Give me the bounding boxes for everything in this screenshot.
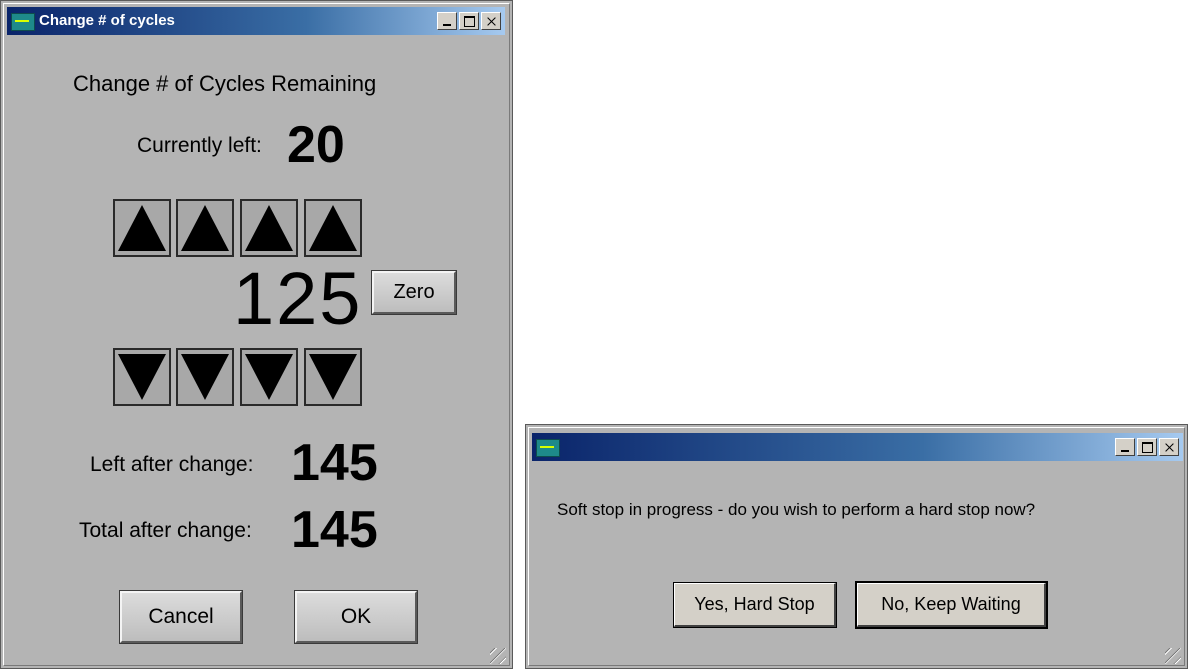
window-frame [528,427,1185,666]
dialog-message: Soft stop in progress - do you wish to p… [557,500,1036,519]
increment-ones-button[interactable] [304,199,362,257]
increment-thousands-button[interactable] [113,199,171,257]
dialog-heading: Change # of Cycles Remaining [73,71,377,96]
increment-tens-button[interactable] [240,199,298,257]
change-cycles-window: Change # of cycles Change # of Cycles Re… [0,0,513,669]
total-after-change-value: 145 [291,501,378,559]
app-icon [536,439,560,457]
arrow-down-icon [245,354,293,400]
decrement-thousands-button[interactable] [113,348,171,406]
decrement-hundreds-button[interactable] [176,348,234,406]
zero-button[interactable]: Zero [371,270,457,315]
arrow-down-icon [309,354,357,400]
window-controls [1113,438,1179,456]
minimize-icon[interactable] [437,12,457,30]
currently-left-value: 20 [287,116,345,174]
left-after-change-label: Left after change: [90,453,254,476]
close-icon[interactable] [481,12,501,30]
arrow-up-icon [181,205,229,251]
no-keep-waiting-button[interactable]: No, Keep Waiting [855,581,1048,629]
arrow-down-icon [118,354,166,400]
minimize-icon[interactable] [1115,438,1135,456]
window-controls [435,12,501,30]
cancel-button[interactable]: Cancel [119,590,243,644]
currently-left-label: Currently left: [137,134,262,157]
close-icon[interactable] [1159,438,1179,456]
change-amount-value: 125 [233,257,363,340]
maximize-icon[interactable] [1137,438,1157,456]
total-after-change-label: Total after change: [79,519,252,542]
title-bar[interactable] [532,433,1183,461]
arrow-down-icon [181,354,229,400]
hard-stop-window: Soft stop in progress - do you wish to p… [525,424,1188,669]
window-title: Change # of cycles [39,12,175,29]
arrow-up-icon [118,205,166,251]
arrow-up-icon [309,205,357,251]
increment-hundreds-button[interactable] [176,199,234,257]
decrement-ones-button[interactable] [304,348,362,406]
ok-button[interactable]: OK [294,590,418,644]
yes-hard-stop-button[interactable]: Yes, Hard Stop [673,582,837,628]
resize-grip-icon[interactable] [1165,648,1181,664]
arrow-up-icon [245,205,293,251]
app-icon [11,13,35,31]
decrement-tens-button[interactable] [240,348,298,406]
maximize-icon[interactable] [459,12,479,30]
left-after-change-value: 145 [291,434,378,492]
title-bar[interactable]: Change # of cycles [7,7,505,35]
resize-grip-icon[interactable] [490,648,506,664]
